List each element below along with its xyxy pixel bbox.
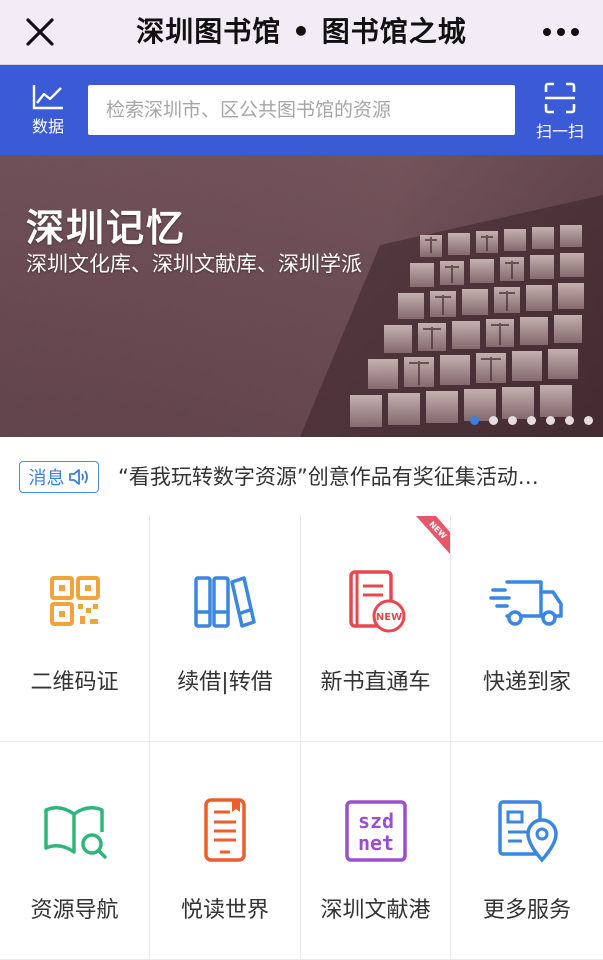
more-icon[interactable] <box>541 20 581 44</box>
banner-carousel[interactable]: 深圳记忆 深圳文化库、深圳文献库、深圳学派 <box>0 155 603 437</box>
line-chart-icon <box>32 85 63 110</box>
service-new-books[interactable]: NEW NEW 新书直通车 <box>301 516 451 742</box>
service-renew[interactable]: 续借|转借 <box>150 516 301 742</box>
banner-title: 深圳记忆 <box>26 206 187 250</box>
scan-button[interactable]: 扫一扫 <box>528 82 592 142</box>
qrcode-icon <box>49 576 100 626</box>
speaker-icon <box>68 469 88 485</box>
service-qrcode[interactable]: 二维码证 <box>0 516 150 742</box>
page-title: 深圳图书馆 • 图书馆之城 <box>136 15 467 48</box>
svg-text:net: net <box>357 831 393 855</box>
scan-icon <box>544 82 576 114</box>
service-label: 新书直通车 <box>320 670 431 695</box>
service-label: 二维码证 <box>30 670 119 695</box>
books-icon <box>194 576 256 628</box>
notice-bar[interactable]: 消息 “看我玩转数字资源”创意作品有奖征集活动… <box>0 437 603 517</box>
carousel-dot[interactable] <box>565 416 574 425</box>
delivery-truck-icon <box>489 580 563 626</box>
data-label: 数据 <box>31 117 64 136</box>
title-bar: 深圳图书馆 • 图书馆之城 <box>0 0 603 65</box>
phone-reading-icon <box>204 798 246 862</box>
notice-text[interactable]: “看我玩转数字资源”创意作品有奖征集活动… <box>118 461 588 493</box>
search-input[interactable] <box>88 85 515 135</box>
data-button[interactable]: 数据 <box>18 83 78 137</box>
service-label: 资源导航 <box>30 898 119 923</box>
service-label: 深圳文献港 <box>320 898 431 923</box>
service-label: 悦读世界 <box>180 898 269 923</box>
notice-tag: 消息 <box>19 461 99 493</box>
notice-tag-label: 消息 <box>28 468 65 489</box>
svg-text:NEW: NEW <box>375 612 401 623</box>
service-reading-world[interactable]: 悦读世界 <box>150 742 301 960</box>
carousel-dot[interactable] <box>527 416 536 425</box>
carousel-dot[interactable] <box>546 416 555 425</box>
carousel-dots <box>470 416 593 425</box>
carousel-dot[interactable] <box>584 416 593 425</box>
banner-subtitle: 深圳文化库、深圳文献库、深圳学派 <box>26 252 362 276</box>
carousel-dot[interactable] <box>508 416 517 425</box>
svg-text:szd: szd <box>357 809 393 833</box>
carousel-dot[interactable] <box>470 416 479 425</box>
scan-label: 扫一扫 <box>535 122 584 141</box>
carousel-dot[interactable] <box>489 416 498 425</box>
service-more[interactable]: 更多服务 <box>451 742 603 960</box>
search-bar: 数据 扫一扫 <box>0 65 603 155</box>
service-label: 快递到家 <box>482 670 571 695</box>
service-label: 更多服务 <box>482 898 571 923</box>
szdl-logo-icon: szd net <box>344 800 407 862</box>
open-book-search-icon <box>43 806 107 859</box>
service-sz-literature[interactable]: szd net 深圳文献港 <box>301 742 451 960</box>
new-badge: NEW <box>416 516 450 554</box>
location-card-icon <box>498 800 558 863</box>
service-grid: 二维码证 续借|转借 NEW NEW 新书直通车 快递到家 资源导航 悦读世界 … <box>0 516 603 960</box>
new-book-icon: NEW <box>348 570 405 633</box>
service-resource-nav[interactable]: 资源导航 <box>0 742 150 960</box>
service-label: 续借|转借 <box>177 670 273 695</box>
service-delivery[interactable]: 快递到家 <box>451 516 603 742</box>
